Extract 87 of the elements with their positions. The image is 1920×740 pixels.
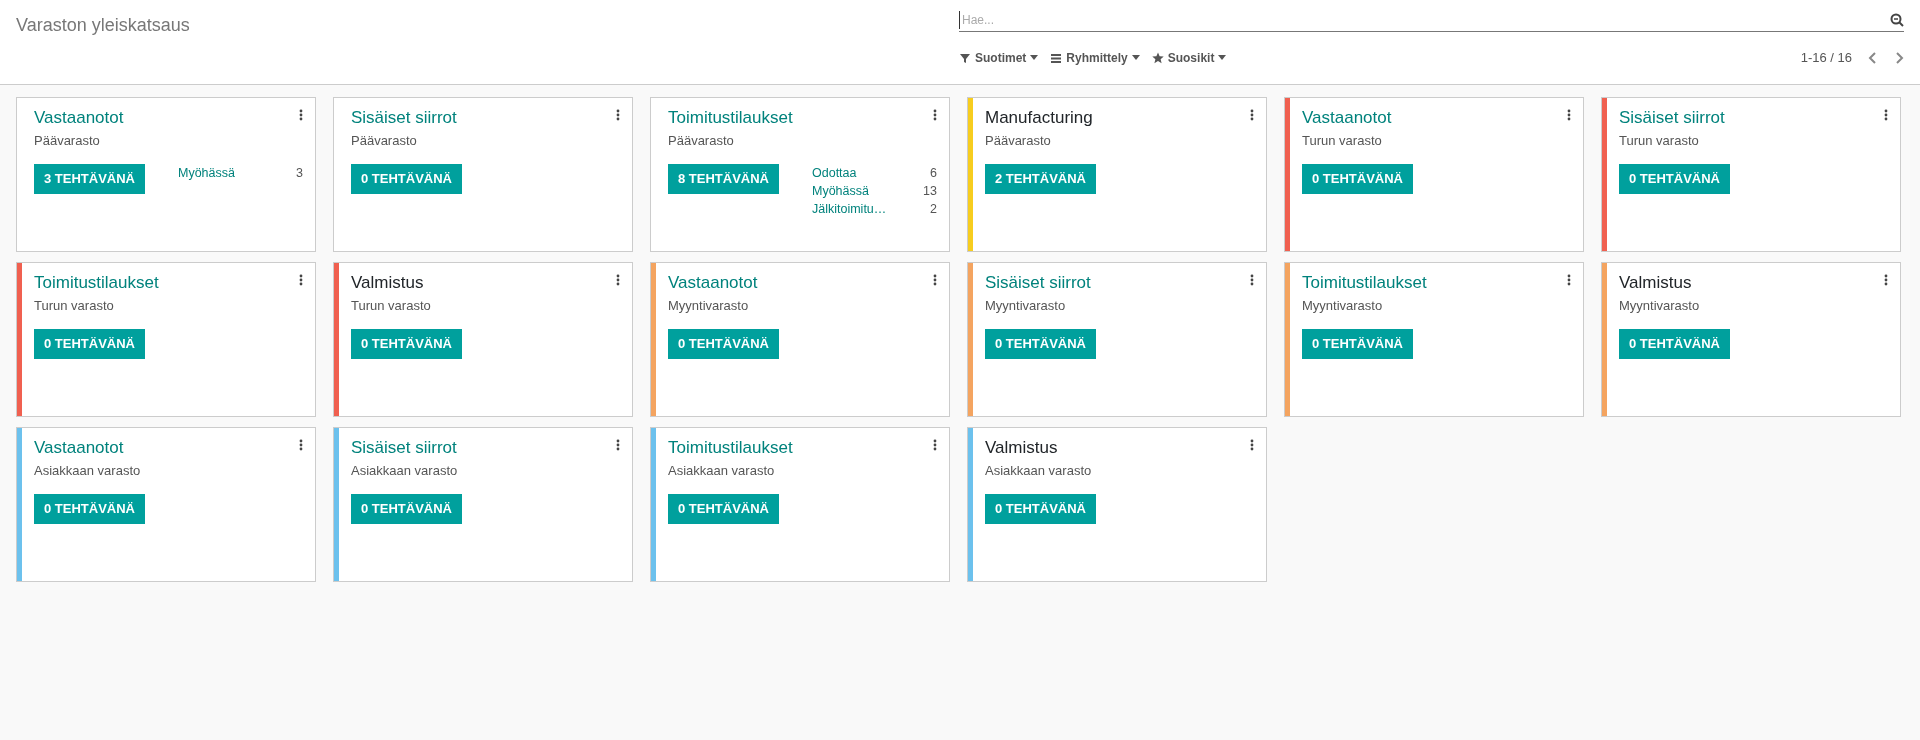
card-title[interactable]: Sisäiset siirrot [1619,107,1725,129]
star-icon [1151,51,1164,64]
tasks-button[interactable]: 8 TEHTÄVÄNÄ [668,163,779,194]
warehouse-name: Päävarasto [34,132,101,150]
warehouse-name: Asiakkaan varasto [668,462,776,480]
warehouse-name: Päävarasto [668,132,735,150]
stat-count: 6 [930,164,937,182]
stat-link[interactable]: Myöhässä [178,163,235,182]
warehouse-name: Päävarasto [985,132,1052,150]
more-options-icon[interactable] [616,439,620,451]
tasks-button[interactable]: 0 TEHTÄVÄNÄ [1302,163,1413,194]
tasks-button[interactable]: 3 TEHTÄVÄNÄ [34,163,145,194]
more-options-icon[interactable] [1884,109,1888,121]
tasks-button[interactable]: 0 TEHTÄVÄNÄ [1302,328,1413,359]
card-title[interactable]: Sisäiset siirrot [985,272,1091,294]
more-options-icon[interactable] [1884,274,1888,286]
stat-count: 13 [923,182,937,200]
more-options-icon[interactable] [1567,274,1571,286]
tasks-button[interactable]: 0 TEHTÄVÄNÄ [1619,163,1730,194]
warehouse-name: Asiakkaan varasto [351,462,459,480]
more-options-icon[interactable] [1250,274,1254,286]
more-options-icon[interactable] [299,439,303,451]
search-icon [1890,12,1904,27]
card-title[interactable]: Vastaanotot [34,107,124,129]
card-title[interactable]: Toimitustilaukset [34,272,159,294]
caret-icon [1030,55,1039,61]
warehouse-name: Myyntivarasto [1619,297,1701,315]
tasks-button[interactable]: 0 TEHTÄVÄNÄ [34,493,145,524]
more-options-icon[interactable] [933,109,937,121]
tasks-button[interactable]: 0 TEHTÄVÄNÄ [985,328,1096,359]
stat-link[interactable]: Jälkitoimitu… [812,199,887,218]
tasks-button[interactable]: 2 TEHTÄVÄNÄ [985,163,1096,194]
more-options-icon[interactable] [933,274,937,286]
tasks-button[interactable]: 0 TEHTÄVÄNÄ [668,493,779,524]
more-options-icon[interactable] [1250,439,1254,451]
card-title[interactable]: Valmistus [985,437,1058,459]
warehouse-name: Myyntivarasto [1302,297,1384,315]
card-title[interactable]: Manufacturing [985,107,1093,129]
warehouse-name: Turun varasto [351,297,432,315]
caret-icon [1218,55,1227,61]
list-icon [1050,51,1063,64]
page-title: Varaston yleiskatsaus [16,15,190,35]
tasks-button[interactable]: 0 TEHTÄVÄNÄ [1619,328,1730,359]
tasks-button[interactable]: 0 TEHTÄVÄNÄ [351,163,462,194]
card-title[interactable]: Vastaanotot [668,272,758,294]
warehouse-name: Myyntivarasto [668,297,750,315]
stat-count: 2 [930,200,937,218]
tasks-button[interactable]: 0 TEHTÄVÄNÄ [985,493,1096,524]
more-options-icon[interactable] [933,439,937,451]
card-title[interactable]: Toimitustilaukset [668,437,793,459]
filter-menu-button[interactable]: Suotimet [959,48,1039,67]
card-title[interactable]: Sisäiset siirrot [351,437,457,459]
card-title[interactable]: Vastaanotot [1302,107,1392,129]
next-page-icon[interactable] [1894,51,1904,64]
warehouse-name: Asiakkaan varasto [985,462,1093,480]
warehouse-name: Päävarasto [351,132,418,150]
warehouse-name: Myyntivarasto [985,297,1067,315]
filter-menu-button[interactable]: Suosikit [1151,48,1227,67]
pager-text: 1-16 / 16 [1800,49,1852,67]
tasks-button[interactable]: 0 TEHTÄVÄNÄ [34,328,145,359]
more-options-icon[interactable] [616,109,620,121]
warehouse-name: Asiakkaan varasto [34,462,142,480]
tasks-button[interactable]: 0 TEHTÄVÄNÄ [351,493,462,524]
more-options-icon[interactable] [1567,109,1571,121]
filter-icon [959,51,971,64]
more-options-icon[interactable] [1250,109,1254,121]
filter-menu-button[interactable]: Ryhmittely [1050,48,1140,67]
card-title[interactable]: Sisäiset siirrot [351,107,457,129]
stat-link[interactable]: Odottaa [812,163,857,182]
stat-link[interactable]: Myöhässä [812,181,869,200]
warehouse-name: Turun varasto [1619,132,1700,150]
warehouse-name: Turun varasto [1302,132,1383,150]
caret-icon [1131,55,1140,61]
stat-count: 3 [296,164,303,182]
tasks-button[interactable]: 0 TEHTÄVÄNÄ [351,328,462,359]
more-options-icon[interactable] [616,274,620,286]
tasks-button[interactable]: 0 TEHTÄVÄNÄ [668,328,779,359]
card-title[interactable]: Vastaanotot [34,437,124,459]
card-title[interactable]: Toimitustilaukset [668,107,793,129]
card-title[interactable]: Valmistus [351,272,424,294]
more-options-icon[interactable] [299,109,303,121]
previous-page-icon[interactable] [1868,51,1878,64]
card-title[interactable]: Toimitustilaukset [1302,272,1427,294]
search-field[interactable]: Hae... [959,10,1890,29]
warehouse-name: Turun varasto [34,297,115,315]
more-options-icon[interactable] [299,274,303,286]
card-title[interactable]: Valmistus [1619,272,1692,294]
